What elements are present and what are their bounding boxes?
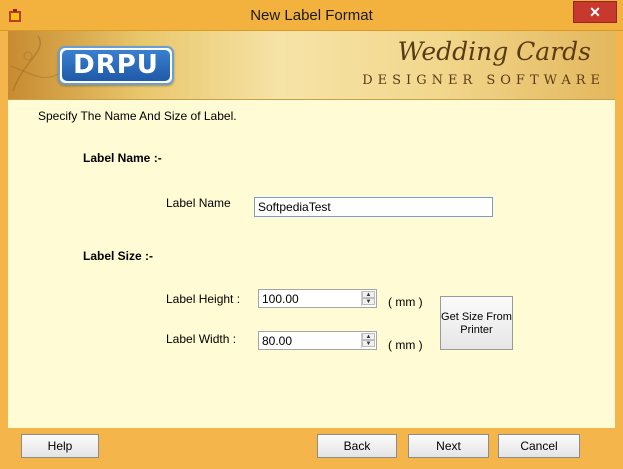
cancel-button[interactable]: Cancel bbox=[498, 434, 580, 458]
back-button[interactable]: Back bbox=[317, 434, 397, 458]
drpu-logo: DRPU bbox=[58, 46, 174, 85]
window-title: New Label Format bbox=[250, 7, 373, 24]
label-height-stepper[interactable]: 100.00 ▲ ▼ bbox=[258, 289, 377, 308]
label-name-label: Label Name bbox=[166, 196, 231, 210]
spin-up-icon[interactable]: ▲ bbox=[362, 291, 375, 298]
label-size-heading: Label Size :- bbox=[83, 249, 154, 263]
title-bar: New Label Format ✕ bbox=[0, 0, 623, 31]
height-unit: ( mm ) bbox=[388, 295, 423, 309]
get-size-from-printer-button[interactable]: Get Size From Printer bbox=[440, 296, 513, 350]
label-name-heading: Label Name :- bbox=[83, 151, 162, 165]
brand-subtitle: DESIGNER SOFTWARE bbox=[362, 73, 605, 88]
label-height-label: Label Height : bbox=[166, 292, 241, 306]
spin-down-icon[interactable]: ▼ bbox=[362, 340, 375, 347]
label-width-stepper[interactable]: 80.00 ▲ ▼ bbox=[258, 331, 377, 350]
header-banner: DRPU Wedding Cards DESIGNER SOFTWARE bbox=[8, 31, 615, 99]
logo-text: DRPU bbox=[62, 50, 170, 81]
spin-down-icon[interactable]: ▼ bbox=[362, 298, 375, 305]
label-width-label: Label Width : bbox=[166, 332, 237, 346]
close-icon: ✕ bbox=[589, 4, 601, 20]
instruction-text: Specify The Name And Size of Label. bbox=[38, 109, 237, 123]
brand-title: Wedding Cards bbox=[397, 37, 591, 66]
label-name-input[interactable]: SoftpediaTest bbox=[254, 197, 493, 217]
label-width-value: 80.00 bbox=[262, 334, 293, 348]
width-spin-buttons[interactable]: ▲ ▼ bbox=[361, 333, 375, 348]
next-button[interactable]: Next bbox=[408, 434, 489, 458]
width-unit: ( mm ) bbox=[388, 338, 423, 352]
label-height-value: 100.00 bbox=[262, 292, 299, 306]
help-button[interactable]: Help bbox=[21, 434, 99, 458]
footer-bar: Help Back Next Cancel bbox=[8, 428, 615, 463]
spin-up-icon[interactable]: ▲ bbox=[362, 333, 375, 340]
content-panel: Specify The Name And Size of Label. Labe… bbox=[8, 99, 615, 428]
close-button[interactable]: ✕ bbox=[573, 1, 617, 23]
height-spin-buttons[interactable]: ▲ ▼ bbox=[361, 291, 375, 306]
